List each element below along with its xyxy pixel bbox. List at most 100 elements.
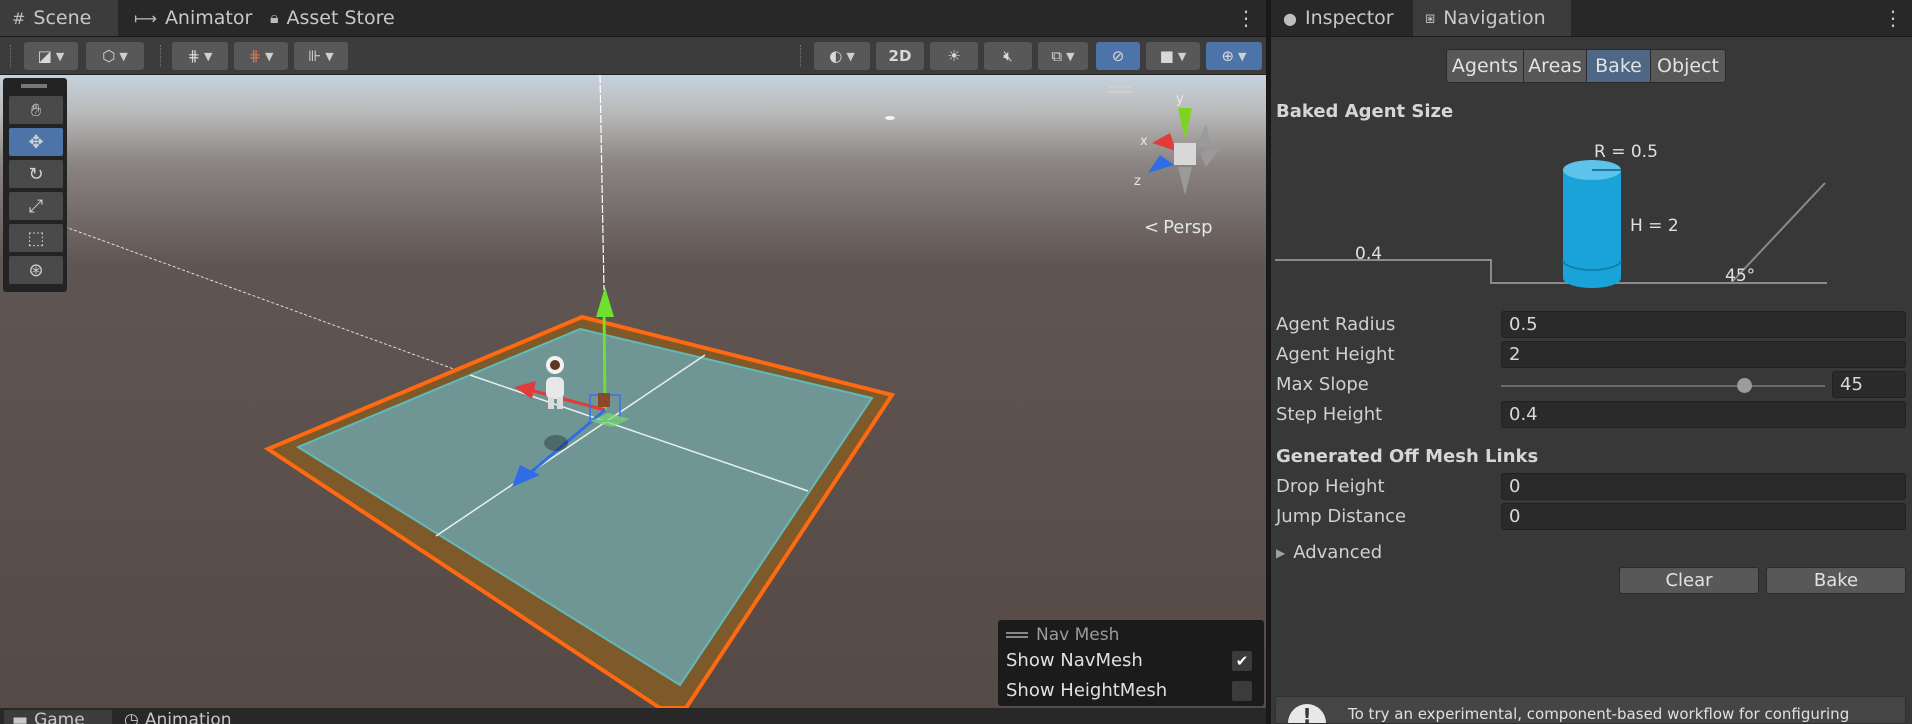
navmesh-overlay: Nav Mesh Show NavMesh ✔ Show HeightMesh (998, 620, 1264, 706)
gizmo-view-x-label: x (1140, 134, 1148, 149)
shading-mode-button[interactable]: ⬡ ▼ (86, 42, 144, 70)
palette-grip[interactable] (21, 84, 47, 88)
game-icon: ▬ (12, 710, 29, 724)
tab-scene[interactable]: # Scene (0, 0, 118, 36)
agent-height-input[interactable]: 2 (1501, 341, 1906, 368)
camera-settings-button[interactable]: ■ ▼ (1146, 42, 1200, 70)
section-object-button[interactable]: Object (1650, 49, 1726, 83)
sky-speck (885, 116, 895, 120)
checkmark-icon: ✔ (1235, 652, 1249, 670)
jump-distance-input[interactable]: 0 (1501, 503, 1906, 530)
projection-toggle[interactable]: < Persp (1144, 217, 1213, 238)
draw-mode-icon: ◪ (37, 47, 52, 65)
store-bag-icon: 🔒︎ (270, 8, 279, 27)
scene-more-icon[interactable]: ⋮ (1234, 0, 1258, 36)
scene-tab-bar: # Scene ⟼ Animator 🔒︎ Asset Store ⋮ (0, 0, 1266, 37)
slope-angle-label: 45° (1725, 266, 1756, 286)
scale-tool-button[interactable]: ⤢ (9, 192, 63, 220)
show-heightmesh-checkbox[interactable] (1232, 681, 1252, 701)
inspector-more-icon[interactable]: ⋮ (1881, 0, 1905, 36)
scene-visibility-button[interactable]: ⊘ (1096, 42, 1140, 70)
increment-snap-button[interactable]: ⋕ ▼ (234, 42, 288, 70)
small-object (598, 393, 610, 407)
max-slope-slider-track[interactable] (1501, 385, 1825, 387)
transform-icon: ⊛ (28, 259, 44, 281)
rect-icon: ⬚ (27, 227, 45, 249)
camera-icon: ■ (1159, 47, 1174, 65)
show-navmesh-label: Show NavMesh (1006, 650, 1143, 671)
scene-view[interactable]: y x z < Persp ✋︎ ✥ ↻ ⤢ ⬚ ⊛ Nav Mesh Show… (0, 75, 1266, 708)
tab-game[interactable]: ▬ Game (4, 710, 112, 724)
navmesh-overlay-title: Nav Mesh (1036, 625, 1120, 645)
rotate-icon: ↻ (28, 163, 44, 185)
scale-icon: ⤢ (28, 195, 44, 217)
ruler-button[interactable]: ⊪ ▼ (294, 42, 348, 70)
projection-label: Persp (1163, 217, 1213, 238)
character-visor (550, 360, 560, 370)
tab-inspector[interactable]: ● Inspector (1271, 0, 1413, 36)
tab-asset-store[interactable]: 🔒︎ Asset Store (258, 0, 418, 36)
max-slope-input[interactable]: 45 (1832, 371, 1906, 398)
info-help-box: ! To try an experimental, component-base… (1275, 696, 1906, 724)
draw-shaded-button[interactable]: ◐ ▼ (814, 42, 870, 70)
section-bake-button[interactable]: Bake (1586, 49, 1651, 83)
drop-height-input[interactable]: 0 (1501, 473, 1906, 500)
character-leg (557, 397, 563, 409)
mode-2d-button[interactable]: 2D (876, 42, 924, 70)
tools-palette: ✋︎ ✥ ↻ ⤢ ⬚ ⊛ (3, 78, 67, 292)
advanced-label: Advanced (1293, 542, 1383, 563)
tab-label: Navigation (1443, 7, 1546, 29)
agent-height-label: H = 2 (1630, 216, 1679, 236)
sphere-icon: ◐ (829, 47, 843, 65)
grid-snap-icon: ⋕ (187, 47, 201, 65)
max-slope-slider-thumb[interactable] (1737, 378, 1752, 393)
grid-snap-button[interactable]: ⋕ ▼ (172, 42, 228, 70)
hand-tool-button[interactable]: ✋︎ (9, 96, 63, 124)
audio-toggle-button[interactable]: 🔇︎ (984, 42, 1032, 70)
rotate-tool-button[interactable]: ↻ (9, 160, 63, 188)
agent-radius-field-label: Agent Radius (1276, 314, 1396, 335)
gizmo-globe-icon: ⊕ (1221, 47, 1235, 65)
bake-button[interactable]: Bake (1766, 567, 1906, 594)
effects-button[interactable]: ⧉ ▼ (1038, 42, 1088, 70)
section-agents-button[interactable]: Agents (1446, 49, 1524, 83)
bottom-tab-bar: ▬ Game ◷ Animation (0, 708, 1266, 724)
agent-radius-input[interactable]: 0.5 (1501, 311, 1906, 338)
inspector-tab-bar: ● Inspector ⧆ Navigation ⋮ (1271, 0, 1912, 37)
scene-render: y x z (0, 75, 1266, 708)
tab-navigation[interactable]: ⧆ Navigation (1413, 0, 1571, 36)
step-height-label: 0.4 (1355, 244, 1383, 264)
move-icon: ✥ (28, 131, 44, 153)
gizmos-button[interactable]: ⊕ ▼ (1206, 42, 1262, 70)
increment-snap-icon: ⋕ (248, 47, 262, 65)
cube-icon: ⬡ (102, 47, 116, 65)
step-height-input[interactable]: 0.4 (1501, 401, 1906, 428)
tab-label: Scene (33, 7, 92, 29)
rect-tool-button[interactable]: ⬚ (9, 224, 63, 252)
grid-icon: # (12, 8, 26, 28)
clear-button[interactable]: Clear (1619, 567, 1759, 594)
show-navmesh-checkbox[interactable]: ✔ (1232, 651, 1252, 671)
tab-animation[interactable]: ◷ Animation (124, 710, 264, 724)
navmesh-overlay-header[interactable]: Nav Mesh (1006, 625, 1119, 645)
chevron-down-icon: ▼ (119, 49, 128, 63)
move-tool-button[interactable]: ✥ (9, 128, 63, 156)
draw-mode-button[interactable]: ◪ ▼ (24, 42, 78, 70)
section-areas-button[interactable]: Areas (1523, 49, 1587, 83)
tab-label: Animation (144, 710, 232, 724)
toolbar-divider (160, 45, 163, 67)
overlay-grip-icon (1006, 632, 1028, 638)
show-heightmesh-label: Show HeightMesh (1006, 680, 1168, 701)
chevron-down-icon: ▼ (1238, 49, 1247, 63)
info-circle-icon: ! (1288, 704, 1326, 723)
lighting-toggle-button[interactable]: ☀ (930, 42, 978, 70)
chevron-left-icon: < (1144, 217, 1160, 238)
agent-radius-label: R = 0.5 (1594, 142, 1658, 162)
transform-tool-button[interactable]: ⊛ (9, 256, 63, 284)
animator-icon: ⟼ (134, 8, 157, 28)
scene-toolbar: ◪ ▼ ⬡ ▼ ⋕ ▼ ⋕ ▼ ⊪ ▼ ◐ ▼ 2D ☀ 🔇︎ ⧉ ▼ ⊘ ■ ▼ ⊕ ▼ (0, 37, 1266, 75)
advanced-foldout[interactable]: ▶ Advanced (1276, 542, 1382, 563)
tab-animator[interactable]: ⟼ Animator (122, 0, 252, 36)
chevron-down-icon: ▼ (846, 49, 855, 63)
chevron-down-icon: ▼ (325, 49, 334, 63)
